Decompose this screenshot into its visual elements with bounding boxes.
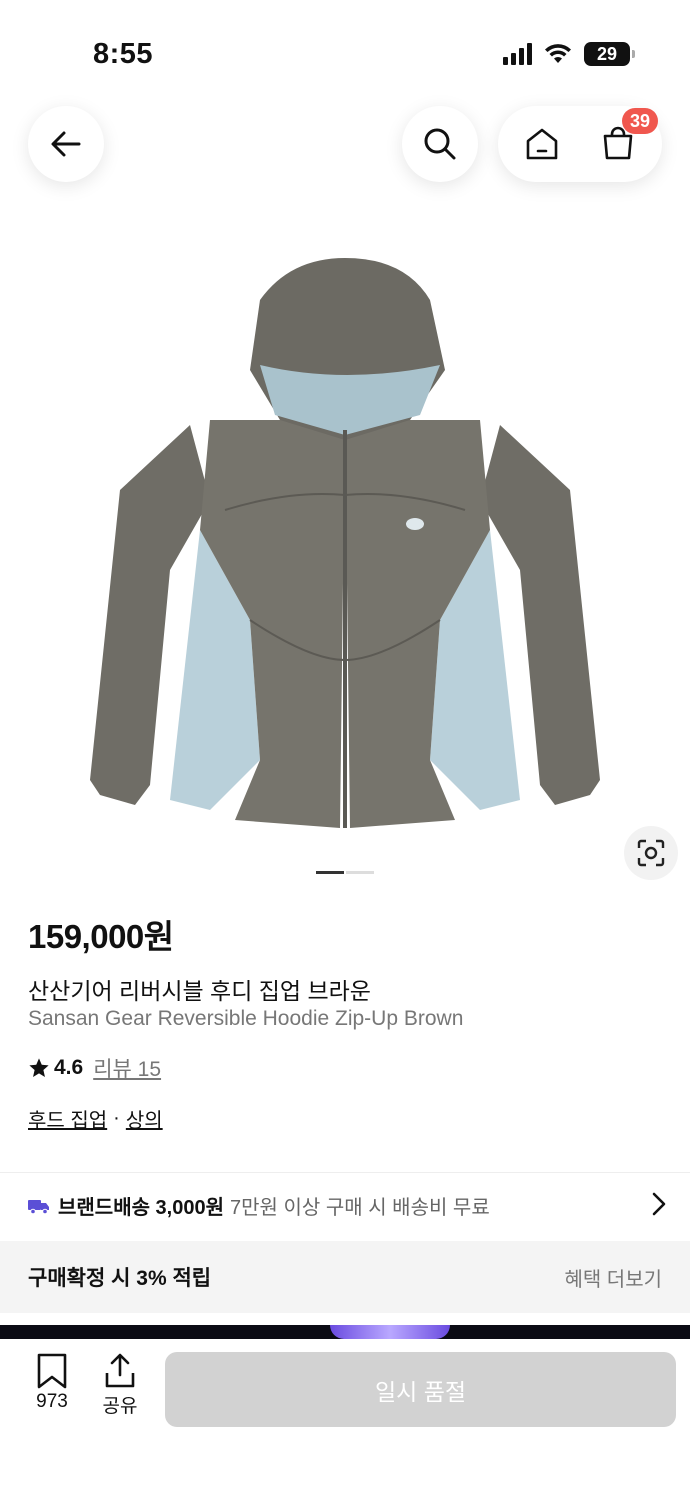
bottom-action-bar: 973 공유 일시 품절	[0, 1339, 690, 1500]
chevron-right-icon	[652, 1192, 666, 1216]
shipping-info-row[interactable]: 브랜드배송 3,000원 7만원 이상 구매 시 배송비 무료	[28, 1191, 668, 1220]
pager-dot	[346, 871, 374, 874]
category-separator: ·	[113, 1107, 120, 1129]
star-icon	[29, 1058, 49, 1077]
search-icon	[424, 128, 456, 160]
home-cart-group: 39	[498, 106, 662, 182]
image-pager	[316, 871, 374, 874]
rating-row: 4.6 리뷰 15	[28, 1053, 161, 1083]
share-icon	[105, 1353, 135, 1388]
review-link[interactable]: 리뷰 15	[93, 1053, 161, 1083]
benefit-more-link[interactable]: 혜택 더보기	[564, 1263, 662, 1292]
back-button[interactable]	[28, 106, 104, 182]
product-image[interactable]	[60, 240, 630, 850]
image-search-button[interactable]	[624, 826, 678, 880]
share-label: 공유	[102, 1396, 138, 1417]
search-button[interactable]	[402, 106, 478, 182]
cart-button[interactable]: 39	[588, 108, 659, 174]
status-bar: 8:55 29	[0, 0, 690, 100]
home-button[interactable]	[512, 114, 572, 174]
rating-value: 4.6	[54, 1056, 84, 1079]
share-button[interactable]: 공유	[90, 1353, 150, 1418]
category-link-hood-zipup[interactable]: 후드 집업	[28, 1104, 107, 1133]
status-indicators: 29	[503, 42, 635, 66]
bookmark-button[interactable]: 973	[22, 1353, 82, 1413]
camera-scan-icon	[637, 839, 665, 867]
cart-count-badge: 39	[622, 108, 659, 134]
sold-out-button[interactable]: 일시 품절	[165, 1352, 676, 1427]
bookmark-icon	[37, 1353, 67, 1389]
free-shipping-condition: 7만원 이상 구매 시 배송비 무료	[230, 1197, 490, 1219]
arrow-left-icon	[51, 131, 81, 157]
bookmark-count: 973	[36, 1391, 68, 1412]
section-divider	[0, 1172, 690, 1173]
product-name-english: Sansan Gear Reversible Hoodie Zip-Up Bro…	[28, 1007, 464, 1030]
reward-points-text: 구매확정 시 3% 적립	[28, 1267, 212, 1290]
benefit-bar: 구매확정 시 3% 적립 혜택 더보기	[0, 1241, 690, 1313]
wifi-icon	[545, 44, 571, 63]
product-name-korean: 산산기어 리버시블 후디 집업 브라운	[28, 978, 371, 1004]
category-breadcrumb: 후드 집업 · 상의	[28, 1104, 163, 1133]
promo-banner-edge[interactable]	[0, 1325, 690, 1339]
battery-icon: 29	[584, 42, 635, 66]
cellular-signal-icon	[503, 43, 532, 65]
home-icon	[526, 128, 558, 160]
status-time: 8:55	[93, 38, 154, 70]
pager-dot-active	[316, 871, 344, 874]
product-price: 159,000원	[28, 918, 174, 955]
category-link-top[interactable]: 상의	[126, 1104, 163, 1133]
delivery-truck-icon	[28, 1199, 49, 1214]
shipping-fee: 브랜드배송 3,000원	[58, 1197, 225, 1219]
